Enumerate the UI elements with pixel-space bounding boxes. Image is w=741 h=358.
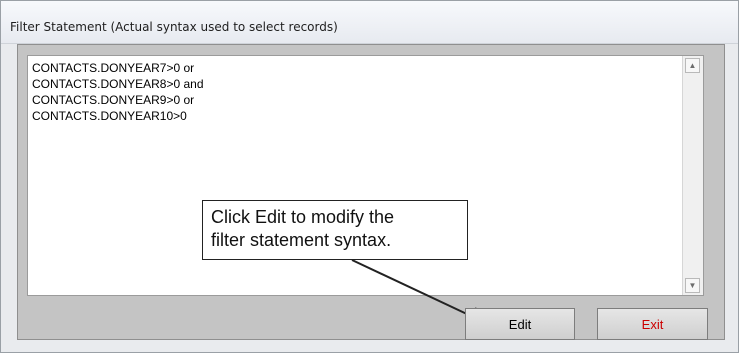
scroll-up-arrow-icon[interactable]: ▲ (685, 58, 700, 73)
scroll-down-arrow-icon[interactable]: ▼ (685, 278, 700, 293)
title-bar: Filter Statement (Actual syntax used to … (1, 1, 738, 44)
filter-line: CONTACTS.DONYEAR9>0 or (32, 93, 195, 107)
window-title: Filter Statement (Actual syntax used to … (10, 20, 338, 34)
callout-line: Click Edit to modify the (211, 207, 395, 227)
vertical-scrollbar[interactable]: ▲ ▼ (682, 56, 703, 295)
filter-line: CONTACTS.DONYEAR7>0 or (32, 61, 195, 75)
filter-line: CONTACTS.DONYEAR10>0 (32, 109, 187, 123)
filter-statement-text: CONTACTS.DONYEAR7>0 or CONTACTS.DONYEAR8… (32, 60, 204, 124)
help-callout: Click Edit to modify the filter statemen… (202, 200, 468, 260)
callout-line: filter statement syntax. (211, 230, 392, 250)
edit-button[interactable]: Edit (465, 308, 575, 340)
exit-button[interactable]: Exit (597, 308, 708, 340)
filter-line: CONTACTS.DONYEAR8>0 and (32, 77, 204, 91)
